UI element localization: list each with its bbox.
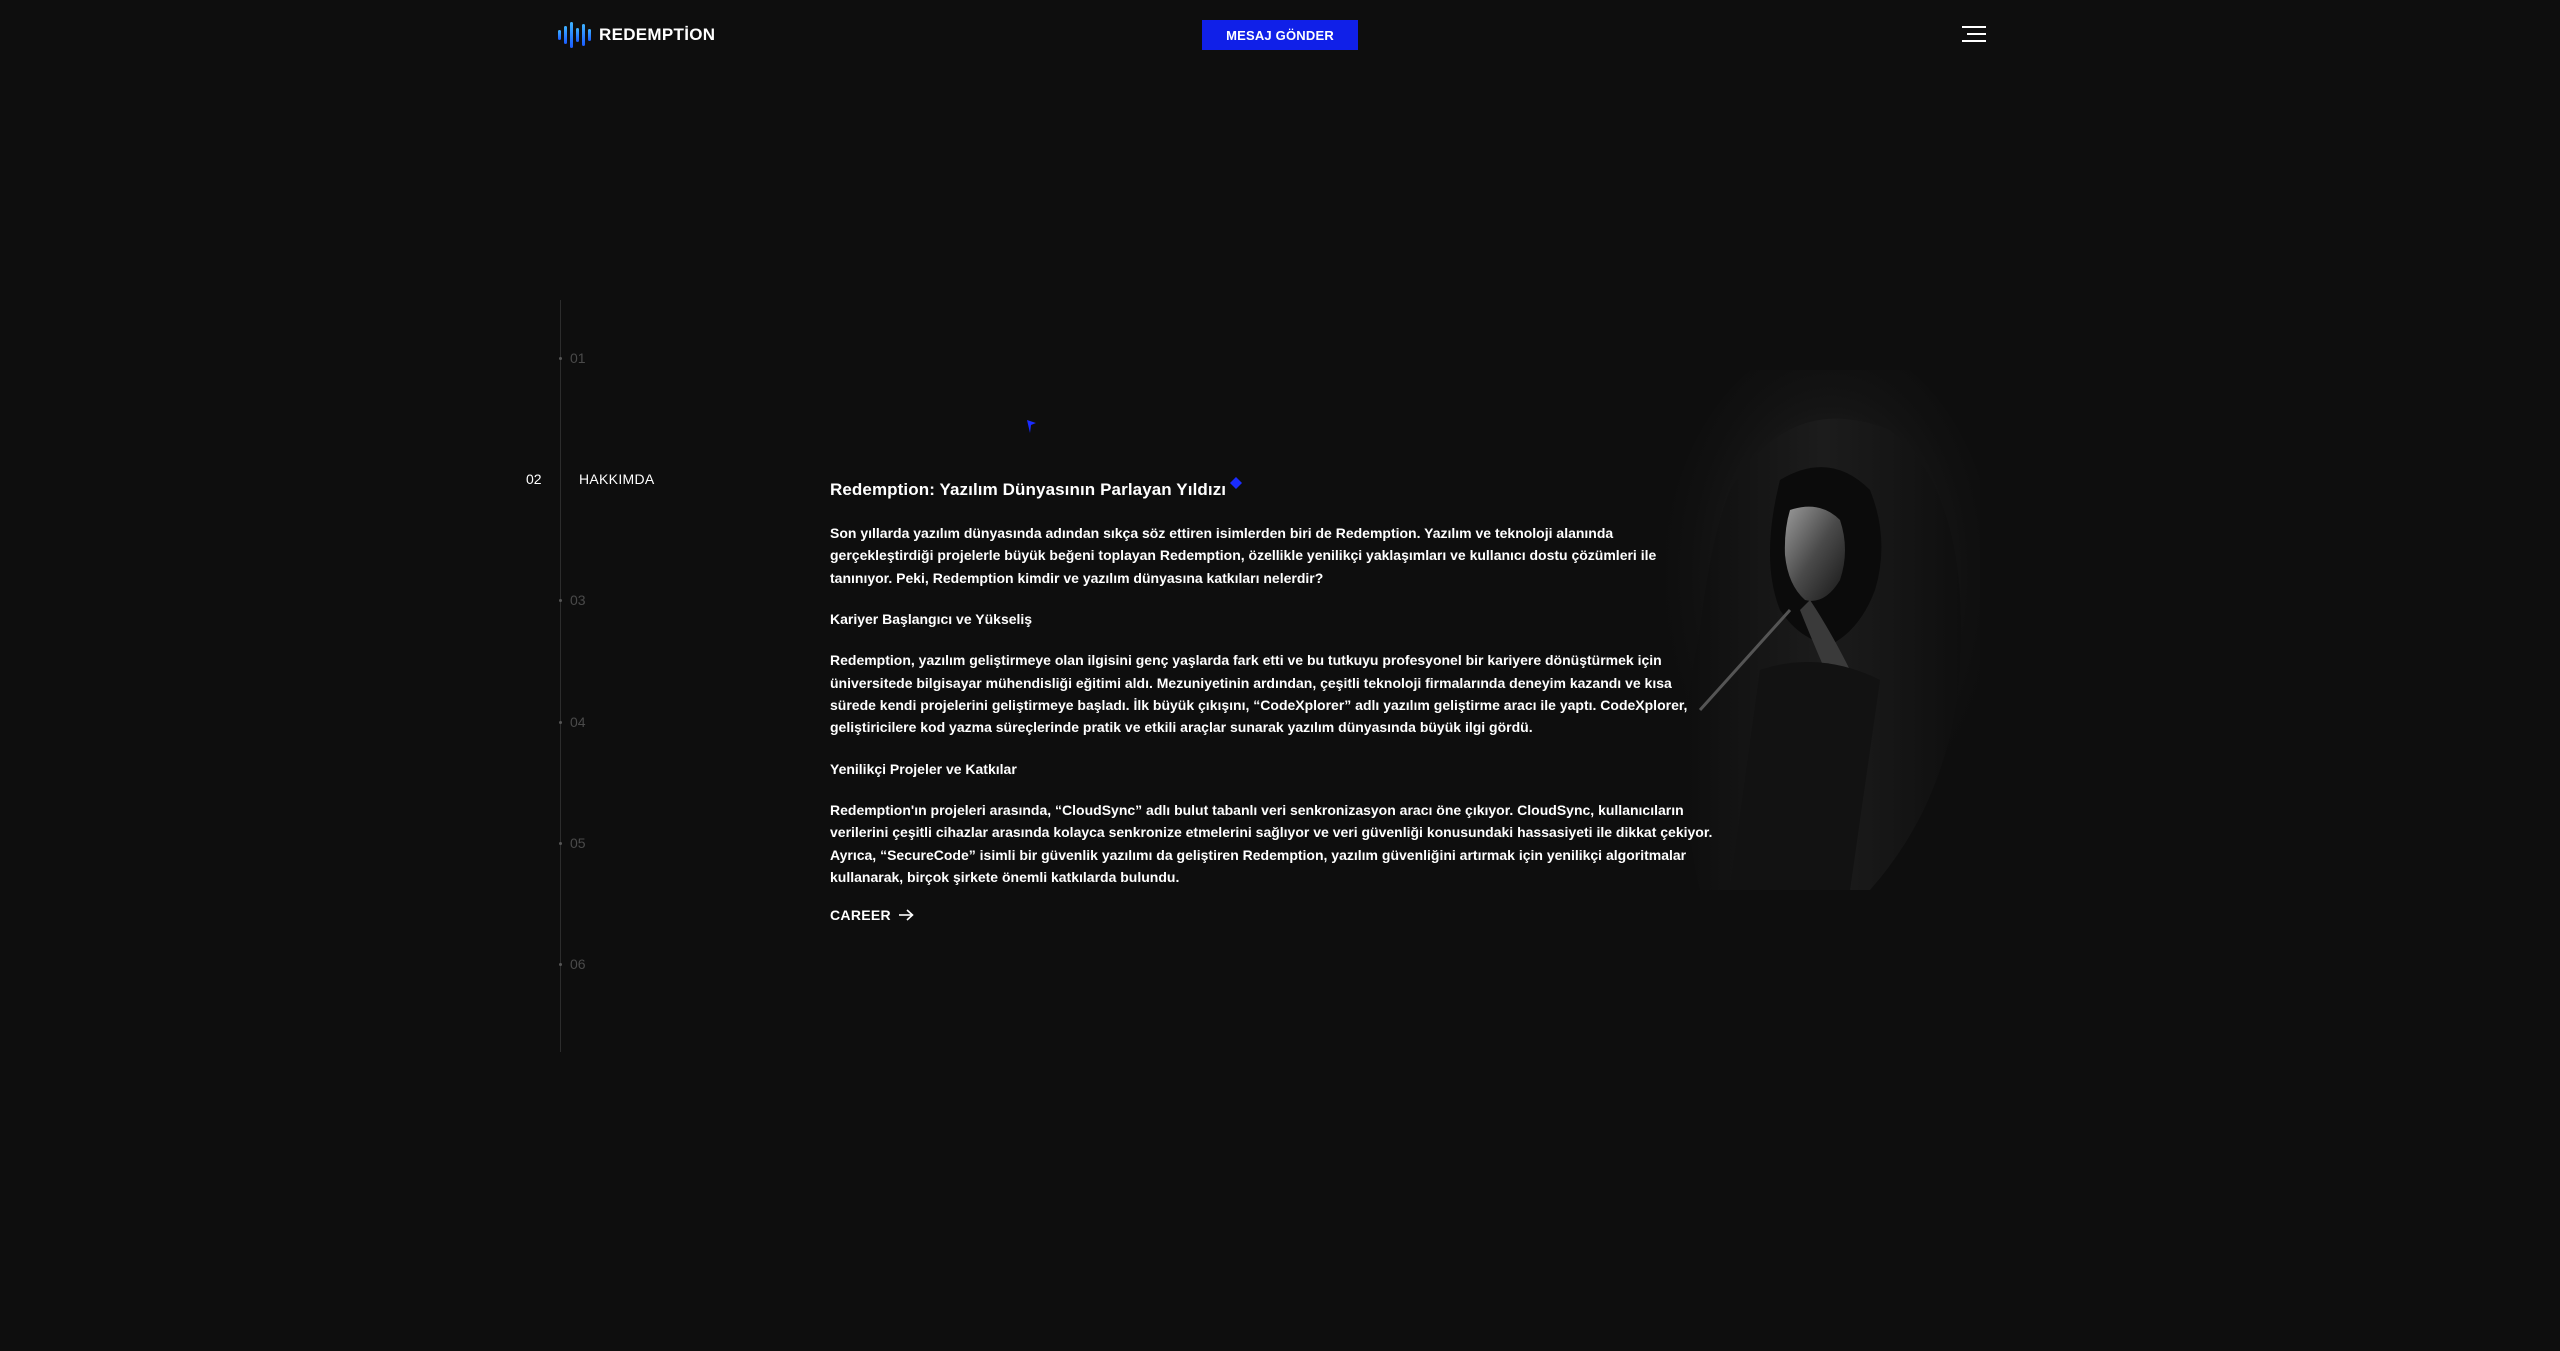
cursor-arrow-icon (1027, 420, 1036, 433)
intro-text: Son yıllarda yazılım dünyasında adından … (830, 525, 1336, 541)
soundwave-logo-icon (558, 21, 591, 49)
timeline-dot (559, 962, 562, 966)
intro-paragraph: Son yıllarda yazılım dünyasında adından … (830, 522, 1720, 589)
projects-paragraph: Redemption'ın projeleri arasında, “Cloud… (830, 799, 1720, 889)
article-title: Redemption: Yazılım Dünyasının Parlayan … (830, 480, 1227, 499)
timeline-dot (559, 356, 562, 360)
timeline-dot (559, 841, 562, 845)
send-message-button[interactable]: MESAJ GÖNDER (1202, 20, 1358, 50)
site-header: REDEMPTİON MESAJ GÖNDER (0, 0, 2560, 70)
career-paragraph: Redemption, yazılım geliştirmeye olan il… (830, 649, 1720, 739)
logo-text: REDEMPTİON (599, 25, 716, 44)
section-timeline: 01 02 HAKKIMDA 03 04 05 06 (520, 300, 820, 1052)
section-heading-career: Kariyer Başlangıcı ve Yükseliş (830, 611, 1033, 628)
intro-strong: Redemption (1335, 525, 1417, 541)
timeline-label-active: HAKKIMDA (579, 471, 655, 487)
timeline-number-active: 02 (526, 471, 542, 487)
projects-strong-1: “CloudSync” (1055, 801, 1143, 818)
timeline-number: 03 (570, 592, 586, 608)
timeline-number: 05 (570, 835, 586, 851)
hamburger-menu-button[interactable] (1962, 24, 1986, 44)
career-link-label: CAREER (830, 907, 891, 924)
timeline-number: 01 (570, 350, 586, 366)
timeline-line (560, 300, 561, 1052)
timeline-number: 04 (570, 714, 586, 730)
career-strong: “CodeXplorer” (1253, 697, 1352, 714)
projects-text: Redemption'ın projeleri arasında, (830, 801, 1056, 818)
timeline-number: 06 (570, 956, 586, 972)
career-link[interactable]: CAREER (830, 907, 914, 923)
arrow-right-icon (898, 909, 914, 922)
projects-strong-2: “SecureCode” (880, 846, 976, 863)
hamburger-menu-icon (1962, 26, 1986, 42)
about-article: Redemption: Yazılım Dünyasının Parlayan … (830, 480, 1720, 925)
timeline-dot (559, 720, 562, 724)
timeline-dot (559, 598, 562, 602)
site-logo[interactable]: REDEMPTİON (558, 21, 715, 49)
section-heading-projects: Yenilikçi Projeler ve Katkılar (830, 760, 1017, 777)
